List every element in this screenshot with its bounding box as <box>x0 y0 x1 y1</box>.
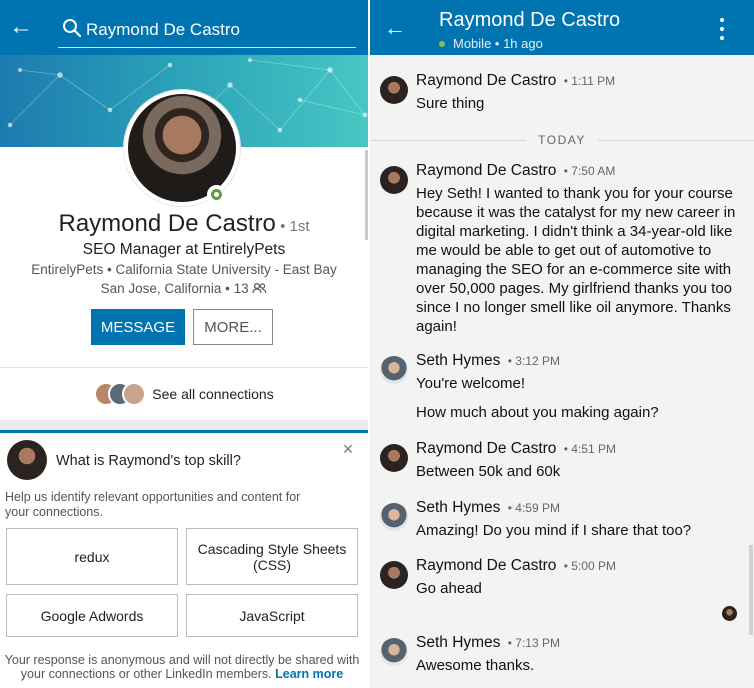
message-time: 4:51 PM <box>571 442 616 456</box>
search-icon <box>63 19 82 38</box>
message-header: Seth Hymes • 3:12 PM <box>416 352 560 369</box>
search-bar[interactable] <box>58 12 356 48</box>
online-status-icon <box>207 185 226 204</box>
message-sender: Raymond De Castro <box>416 557 557 574</box>
chat-message: Raymond De Castro • 7:50 AM Hey Seth! I … <box>370 162 754 342</box>
avatar <box>380 76 408 104</box>
message-header: Raymond De Castro • 5:00 PM <box>416 557 616 574</box>
chat-status: Mobile • 1h ago <box>439 36 543 51</box>
skill-option-google-adwords[interactable]: Google Adwords <box>6 594 178 637</box>
message-sender: Raymond De Castro <box>416 440 557 457</box>
connection-avatars <box>94 382 150 406</box>
message-text: Sure thing <box>416 95 485 112</box>
message-sender: Raymond De Castro <box>416 72 557 89</box>
message-text: Go ahead <box>416 580 482 597</box>
profile-top-bar: ← <box>0 0 368 55</box>
message-header: Raymond De Castro • 1:11 PM <box>416 72 616 89</box>
online-status-icon <box>439 40 445 47</box>
avatar <box>122 382 147 406</box>
card-accent-line <box>0 430 368 433</box>
read-receipt-avatar <box>722 606 737 621</box>
message-time: 3:12 PM <box>515 354 560 368</box>
chat-message: Seth Hymes • 7:13 PM Awesome thanks. <box>370 634 754 680</box>
avatar <box>380 166 408 194</box>
chat-panel: ← Raymond De Castro Mobile • 1h ago Raym… <box>370 0 754 688</box>
chat-message: Raymond De Castro • 1:11 PM Sure thing <box>370 72 754 122</box>
skill-option-javascript[interactable]: JavaScript <box>186 594 358 637</box>
learn-more-link[interactable]: Learn more <box>275 667 343 681</box>
message-sender: Seth Hymes <box>416 634 501 651</box>
connections-count-icon <box>252 282 267 294</box>
message-text: Amazing! Do you mind if I share that too… <box>416 522 692 539</box>
scrollbar[interactable] <box>749 545 753 635</box>
chat-title: Raymond De Castro <box>439 9 621 31</box>
message-time: 7:13 PM <box>515 636 560 650</box>
chat-message: Seth Hymes • 4:59 PM Amazing! Do you min… <box>370 499 754 545</box>
section-gap <box>0 420 368 430</box>
avatar <box>380 444 408 472</box>
chat-message: Raymond De Castro • 4:51 PM Between 50k … <box>370 440 754 486</box>
message-text: Hey Seth! I wanted to thank you for your… <box>416 185 736 335</box>
profile-panel: ← Raymond De Castro • <box>0 0 368 688</box>
message-header: Raymond De Castro • 7:50 AM <box>416 162 616 179</box>
message-text: Between 50k and 60k <box>416 463 561 480</box>
profile-location: San Jose, California • 13 <box>0 281 368 296</box>
date-divider-label: TODAY <box>526 133 598 147</box>
date-divider: TODAY <box>370 132 754 148</box>
connection-degree: 1st <box>289 218 310 235</box>
message-time: 5:00 PM <box>571 559 616 573</box>
see-all-connections-row[interactable]: See all connections <box>0 368 368 420</box>
skill-option-redux[interactable]: redux <box>6 528 178 585</box>
message-time: 7:50 AM <box>571 164 616 178</box>
more-options-icon[interactable] <box>717 18 727 42</box>
message-sender: Seth Hymes <box>416 499 501 516</box>
avatar <box>380 561 408 589</box>
avatar <box>380 356 408 384</box>
message-text: Awesome thanks. <box>416 657 535 674</box>
see-all-connections-link[interactable]: See all connections <box>152 386 273 402</box>
message-text: You're welcome! <box>416 375 526 392</box>
more-button[interactable]: MORE... <box>193 309 273 345</box>
chat-top-bar: ← Raymond De Castro Mobile • 1h ago <box>370 0 754 55</box>
profile-company-school: EntirelyPets • California State Universi… <box>31 262 337 277</box>
message-sender: Seth Hymes <box>416 352 501 369</box>
scrollbar[interactable] <box>365 150 368 240</box>
avatar <box>7 440 47 480</box>
close-icon[interactable]: × <box>340 440 356 458</box>
back-arrow-icon[interactable]: ← <box>384 16 406 40</box>
message-button[interactable]: MESSAGE <box>91 309 185 345</box>
chat-message: Raymond De Castro • 5:00 PM Go ahead <box>370 557 754 603</box>
message-time: 1:11 PM <box>571 74 616 88</box>
message-time: 4:59 PM <box>515 501 560 515</box>
profile-name: Raymond De Castro • 1st <box>58 210 310 237</box>
back-arrow-icon[interactable]: ← <box>8 14 34 40</box>
message-header: Raymond De Castro • 4:51 PM <box>416 440 616 457</box>
skill-option-css[interactable]: Cascading Style Sheets (CSS) <box>186 528 358 585</box>
message-sender: Raymond De Castro <box>416 162 557 179</box>
chat-message: Seth Hymes • 3:12 PM You're welcome! How… <box>370 352 754 424</box>
message-header: Seth Hymes • 7:13 PM <box>416 634 560 651</box>
profile-headline: SEO Manager at EntirelyPets <box>82 241 286 258</box>
avatar <box>380 503 408 531</box>
search-input[interactable] <box>86 18 346 42</box>
skill-help-text: Help us identify relevant opportunities … <box>5 490 301 519</box>
message-text: How much about you making again? <box>416 404 659 421</box>
message-header: Seth Hymes • 4:59 PM <box>416 499 560 516</box>
skill-question: What is Raymond's top skill? <box>56 453 241 469</box>
avatar <box>380 638 408 666</box>
anonymity-note: Your response is anonymous and will not … <box>4 653 360 681</box>
